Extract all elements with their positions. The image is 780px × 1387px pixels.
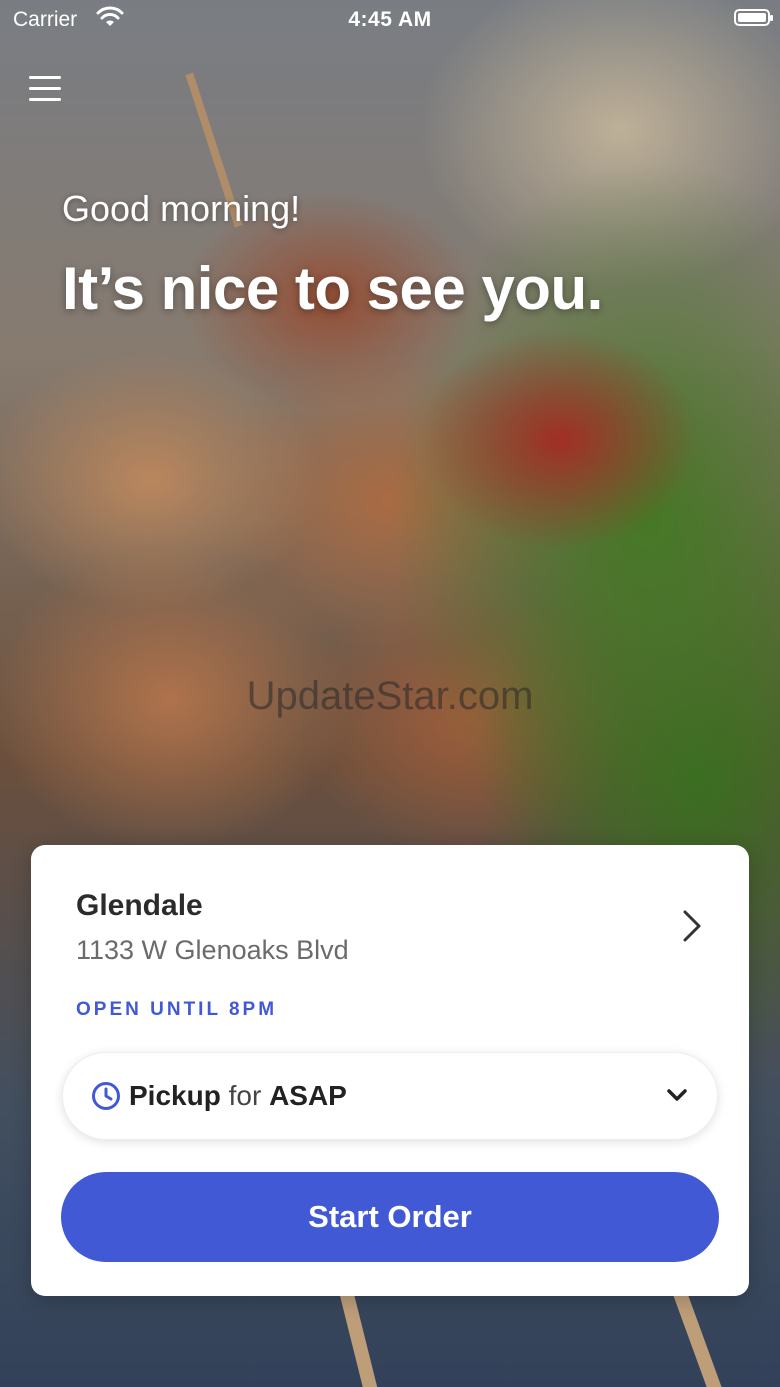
hamburger-icon[interactable]: [29, 74, 61, 104]
pickup-mode: Pickup: [129, 1080, 221, 1111]
start-order-button[interactable]: Start Order: [61, 1172, 719, 1262]
chevron-right-icon[interactable]: [681, 909, 703, 943]
pickup-time: ASAP: [269, 1080, 347, 1111]
clock-time: 4:45 AM: [348, 8, 432, 31]
pickup-connector: for: [228, 1080, 262, 1111]
location-address: 1133 W Glenoaks Blvd: [76, 935, 349, 965]
watermark: UpdateStar.com: [246, 674, 534, 718]
location-name: Glendale: [76, 889, 203, 922]
chevron-down-icon: [667, 1089, 687, 1101]
status-bar: Carrier 4:45 AM: [0, 0, 780, 40]
battery-icon: [734, 9, 773, 26]
headline-text: It’s nice to see you.: [62, 255, 603, 322]
open-hours-label: OPEN UNTIL 8PM: [76, 999, 278, 1020]
greeting-text: Good morning!: [62, 188, 301, 229]
pickup-time-selector[interactable]: Pickup for ASAP: [62, 1052, 718, 1140]
app-screen: Carrier 4:45 AM Good morning! It’s nice …: [0, 0, 780, 1387]
pickup-summary: Pickup for ASAP: [129, 1080, 347, 1112]
clock-icon: [92, 1082, 120, 1110]
location-card: Glendale 1133 W Glenoaks Blvd OPEN UNTIL…: [31, 845, 749, 1296]
